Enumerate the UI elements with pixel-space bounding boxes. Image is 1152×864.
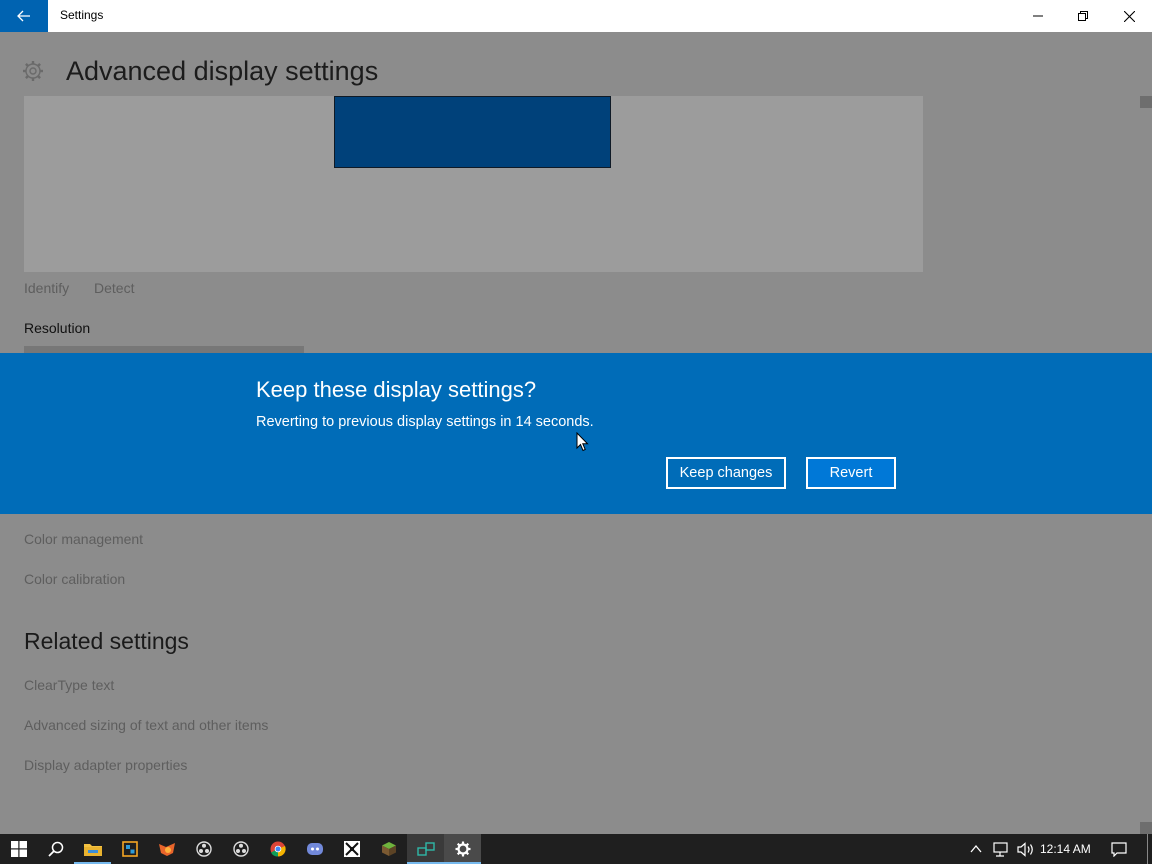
revert-button[interactable]: Revert bbox=[806, 457, 896, 489]
search-button[interactable] bbox=[37, 834, 74, 864]
back-button[interactable] bbox=[0, 0, 48, 32]
taskbar-store[interactable] bbox=[111, 834, 148, 864]
taskbar-chrome[interactable] bbox=[259, 834, 296, 864]
discord-icon bbox=[306, 843, 323, 855]
minimize-icon bbox=[1033, 15, 1043, 17]
taskbar-settings[interactable] bbox=[444, 834, 481, 864]
taskbar-clock[interactable]: 12:14 AM bbox=[1040, 842, 1091, 856]
resolution-label: Resolution bbox=[24, 320, 91, 336]
app-icon bbox=[343, 841, 360, 857]
taskbar-app[interactable] bbox=[333, 834, 370, 864]
close-button[interactable] bbox=[1106, 0, 1152, 32]
scrollbar-down[interactable] bbox=[1140, 822, 1152, 834]
close-icon bbox=[1123, 10, 1135, 22]
gear-icon bbox=[23, 61, 43, 81]
firefox-icon bbox=[158, 843, 175, 856]
obs-icon-2 bbox=[232, 841, 249, 857]
dialog-message: Reverting to previous display settings i… bbox=[256, 414, 594, 430]
obs-icon bbox=[195, 841, 212, 857]
chevron-up-icon[interactable] bbox=[970, 844, 982, 854]
store-icon bbox=[121, 841, 138, 857]
page-title: Advanced display settings bbox=[66, 56, 379, 86]
adapter-properties-link[interactable]: Display adapter properties bbox=[24, 757, 187, 773]
file-explorer-icon bbox=[83, 844, 102, 856]
taskbar-file-explorer[interactable] bbox=[74, 834, 111, 864]
taskbar: 12:14 AM bbox=[0, 834, 1152, 864]
cleartype-link[interactable]: ClearType text bbox=[24, 677, 114, 693]
color-management-link[interactable]: Color management bbox=[24, 531, 143, 547]
restore-icon bbox=[1078, 11, 1088, 21]
settings-icon bbox=[455, 841, 470, 857]
window-title: Settings bbox=[60, 8, 104, 22]
start-button[interactable] bbox=[0, 834, 37, 864]
volume-icon[interactable] bbox=[1017, 842, 1035, 857]
network-icon[interactable] bbox=[993, 842, 1011, 857]
show-desktop-button[interactable] bbox=[1147, 834, 1148, 864]
taskbar-discord[interactable] bbox=[296, 834, 333, 864]
monitor-tile[interactable] bbox=[334, 96, 611, 168]
keep-changes-button[interactable]: Keep changes bbox=[666, 457, 786, 489]
mouse-cursor-icon bbox=[576, 432, 589, 452]
minimize-button[interactable] bbox=[1015, 0, 1061, 32]
color-calibration-link[interactable]: Color calibration bbox=[24, 571, 125, 587]
restore-button[interactable] bbox=[1060, 0, 1106, 32]
minecraft-icon bbox=[381, 842, 396, 856]
scrollbar-up[interactable] bbox=[1140, 96, 1152, 108]
taskbar-minecraft[interactable] bbox=[370, 834, 407, 864]
dialog-title: Keep these display settings? bbox=[256, 377, 537, 402]
network-app-icon bbox=[416, 842, 435, 856]
identify-link[interactable]: Identify bbox=[24, 280, 69, 296]
detect-link[interactable]: Detect bbox=[94, 280, 134, 296]
back-arrow-icon bbox=[17, 10, 30, 22]
chrome-icon bbox=[270, 841, 286, 857]
title-bar: Settings bbox=[0, 0, 1152, 32]
advanced-sizing-link[interactable]: Advanced sizing of text and other items bbox=[24, 717, 268, 733]
taskbar-obs-2[interactable] bbox=[222, 834, 259, 864]
start-icon bbox=[10, 841, 27, 857]
related-settings-heading: Related settings bbox=[24, 628, 189, 654]
action-center-icon[interactable] bbox=[1111, 842, 1127, 857]
search-icon bbox=[47, 841, 63, 857]
taskbar-firefox[interactable] bbox=[148, 834, 185, 864]
taskbar-network-app[interactable] bbox=[407, 834, 444, 864]
taskbar-obs[interactable] bbox=[185, 834, 222, 864]
